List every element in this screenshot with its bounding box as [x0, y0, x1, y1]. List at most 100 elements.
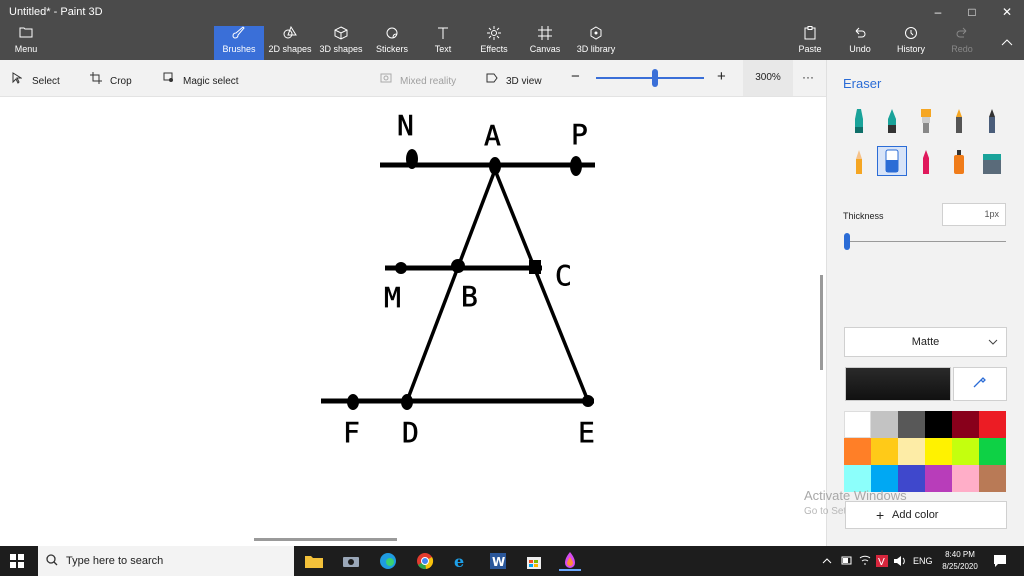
watercolor-brush-button[interactable] — [944, 106, 974, 136]
drawing-canvas[interactable]: N A P C M B F D E — [0, 97, 820, 546]
color-swatch[interactable] — [925, 465, 952, 492]
current-color-swatch[interactable] — [845, 367, 951, 401]
action-center-button[interactable] — [993, 546, 1007, 576]
tab-label: 3D shapes — [319, 44, 363, 54]
word-app[interactable]: W — [487, 551, 509, 571]
segment-ae — [493, 169, 590, 402]
color-swatch[interactable] — [979, 438, 1006, 465]
taskbar-search-box[interactable]: Type here to search — [38, 546, 294, 576]
color-swatch[interactable] — [925, 438, 952, 465]
antivirus-icon[interactable]: V — [876, 546, 888, 576]
tab-stickers[interactable]: Stickers — [370, 26, 414, 60]
finish-dropdown[interactable]: Matte — [844, 327, 1007, 357]
color-swatch[interactable] — [898, 411, 925, 438]
magic-select-button[interactable]: Magic select — [163, 72, 239, 87]
zoom-slider-thumb[interactable] — [652, 69, 659, 87]
marker-brush-button[interactable] — [844, 106, 874, 136]
select-button[interactable]: Select — [12, 72, 60, 87]
history-button[interactable]: History — [894, 26, 928, 60]
vertical-scroll-thumb[interactable] — [820, 275, 823, 370]
calligraphy-pen-button[interactable] — [877, 106, 907, 136]
store-app[interactable] — [523, 551, 545, 571]
zoom-level[interactable]: 300% — [743, 60, 793, 96]
mixed-reality-button[interactable]: Mixed reality — [380, 72, 456, 87]
cursor-icon — [12, 72, 26, 87]
crayon-icon — [923, 150, 929, 174]
close-button[interactable]: ✕ — [990, 0, 1024, 24]
taskbar-clock[interactable]: 8:40 PM 8/25/2020 — [935, 549, 985, 573]
chrome-app[interactable] — [414, 551, 436, 571]
color-swatch[interactable] — [952, 465, 979, 492]
spray-can-button[interactable] — [944, 147, 974, 177]
more-options-button[interactable]: ··· — [802, 70, 814, 84]
camera-app[interactable] — [340, 551, 362, 571]
color-swatch[interactable] — [844, 438, 871, 465]
battery-icon[interactable] — [841, 546, 853, 576]
wifi-icon[interactable] — [859, 546, 871, 576]
tab-brushes[interactable]: Brushes — [214, 26, 264, 60]
crop-button[interactable]: Crop — [90, 72, 132, 87]
horizontal-scroll-thumb[interactable] — [254, 538, 397, 541]
tab-canvas[interactable]: Canvas — [526, 26, 564, 60]
tab-text[interactable]: Text — [424, 26, 462, 60]
paste-label: Paste — [798, 44, 822, 54]
text-icon — [424, 26, 462, 42]
tab-3d-shapes[interactable]: 3D shapes — [318, 26, 364, 60]
file-explorer-app[interactable] — [303, 551, 325, 571]
tab-2d-shapes[interactable]: 2D shapes — [266, 25, 314, 60]
color-swatch[interactable] — [898, 438, 925, 465]
internet-explorer-app[interactable]: e — [450, 551, 472, 571]
start-button[interactable] — [10, 554, 24, 573]
zoom-slider[interactable] — [596, 77, 704, 79]
color-swatch[interactable] — [871, 438, 898, 465]
pixel-pen-button[interactable] — [977, 106, 1007, 136]
crayon-button[interactable] — [911, 147, 941, 177]
color-swatch[interactable] — [952, 438, 979, 465]
tab-effects[interactable]: Effects — [474, 26, 514, 60]
tab-label: 3D library — [576, 44, 616, 54]
zoom-out-button[interactable]: − — [571, 68, 580, 85]
svg-text:e: e — [454, 552, 464, 570]
menu-button[interactable]: Menu — [4, 26, 48, 60]
thickness-input[interactable]: 1px — [942, 203, 1006, 226]
pencil-button[interactable] — [844, 147, 874, 177]
zoom-in-button[interactable]: + — [717, 68, 726, 85]
volume-icon[interactable] — [893, 546, 907, 576]
maximize-button[interactable]: □ — [955, 0, 989, 24]
thickness-slider-thumb[interactable] — [844, 233, 850, 250]
eyedropper-button[interactable] — [953, 367, 1007, 401]
input-language[interactable]: ENG — [913, 546, 933, 576]
spray-can-icon — [954, 150, 964, 174]
paste-button[interactable]: Paste — [794, 26, 826, 60]
finish-value: Matte — [911, 336, 940, 348]
paint-3d-icon — [565, 552, 575, 568]
eraser-button[interactable] — [877, 146, 907, 176]
edge-app[interactable] — [377, 551, 399, 571]
tab-3d-library[interactable]: 3D library — [574, 26, 618, 60]
add-color-button[interactable]: + Add color — [845, 501, 1007, 529]
camera-icon — [343, 557, 359, 567]
color-swatch[interactable] — [952, 411, 979, 438]
point-n — [406, 149, 418, 169]
collapse-ribbon-button[interactable] — [994, 26, 1020, 60]
redo-button[interactable]: Redo — [948, 26, 976, 60]
color-swatch[interactable] — [871, 411, 898, 438]
show-hidden-icons-button[interactable] — [822, 546, 832, 576]
color-swatch[interactable] — [979, 411, 1006, 438]
paint-3d-app[interactable] — [559, 551, 581, 571]
label-c: C — [555, 259, 572, 292]
3d-view-button[interactable]: 3D view — [486, 72, 542, 87]
undo-button[interactable]: Undo — [845, 26, 875, 60]
thickness-slider[interactable] — [846, 241, 1006, 242]
color-swatch[interactable] — [925, 411, 952, 438]
tab-label: Text — [434, 44, 452, 54]
color-swatch[interactable] — [979, 465, 1006, 492]
color-swatch[interactable] — [844, 411, 871, 438]
minimize-button[interactable]: – — [921, 0, 955, 24]
menu-label: Menu — [14, 44, 38, 54]
history-icon — [894, 26, 928, 42]
label-n: N — [397, 109, 414, 142]
thickness-label: Thickness — [843, 211, 884, 221]
oil-brush-button[interactable] — [911, 106, 941, 136]
fill-button[interactable] — [977, 147, 1007, 177]
